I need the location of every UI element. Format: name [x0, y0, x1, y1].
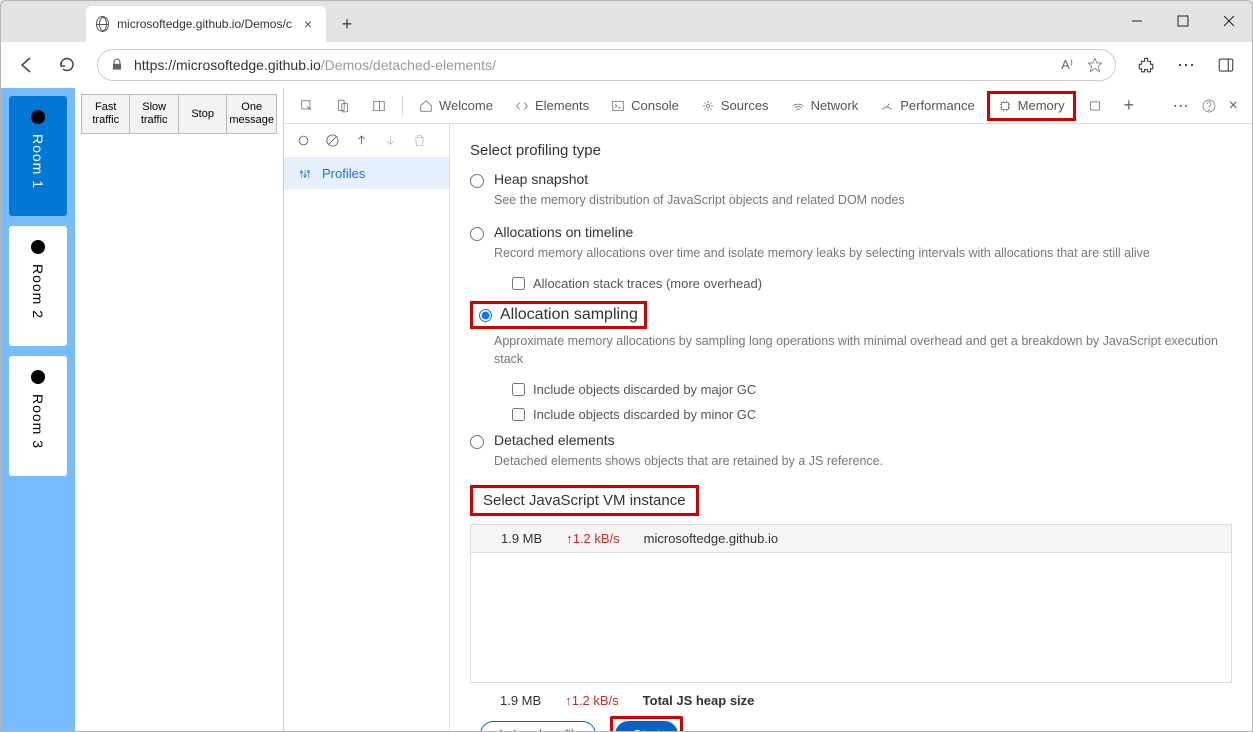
- room-list: Room 1 Room 2 Room 3: [1, 88, 75, 731]
- globe-icon: [96, 16, 109, 32]
- memory-toolbar: [284, 124, 449, 158]
- vm-instance-row[interactable]: 1.9 MB ↑1.2 kB/s microsoftedge.github.io: [470, 524, 1232, 553]
- extensions-icon[interactable]: [1128, 47, 1164, 83]
- import-icon[interactable]: [383, 133, 398, 148]
- close-icon[interactable]: ×: [300, 16, 316, 32]
- tab-network[interactable]: Network: [781, 88, 869, 124]
- status-dot-icon: [31, 370, 45, 384]
- heap-footer: 1.9 MB ↑1.2 kB/s Total JS heap size: [470, 683, 1232, 716]
- vm-host: microsoftedge.github.io: [644, 531, 778, 546]
- read-aloud-icon[interactable]: A⁾: [1061, 57, 1073, 73]
- vm-size: 1.9 MB: [501, 531, 542, 546]
- vm-rate: ↑1.2 kB/s: [566, 531, 619, 546]
- status-dot-icon: [31, 110, 45, 124]
- one-message-button[interactable]: One message: [227, 95, 276, 133]
- browser-toolbar: https://microsoftedge.github.io/Demos/de…: [0, 42, 1253, 88]
- slow-traffic-button[interactable]: Slow traffic: [130, 95, 178, 133]
- delete-icon[interactable]: [412, 133, 427, 148]
- help-icon[interactable]: [1201, 98, 1217, 114]
- sidebar-item-profiles[interactable]: Profiles: [284, 158, 449, 189]
- tab-elements[interactable]: Elements: [505, 88, 599, 124]
- new-tab-button[interactable]: +: [332, 9, 362, 39]
- detached-radio[interactable]: [470, 435, 484, 449]
- back-button[interactable]: [9, 47, 45, 83]
- total-label: Total JS heap size: [643, 693, 755, 708]
- start-button[interactable]: Start: [615, 721, 678, 732]
- app-pane: Room 1 Room 2 Room 3 Fast traffic Slow t…: [1, 88, 283, 731]
- load-profile-button[interactable]: Load profile: [480, 721, 596, 732]
- tab-console[interactable]: Console: [601, 88, 689, 124]
- sub-major-gc[interactable]: Include objects discarded by major GC: [512, 382, 1232, 397]
- heap-snapshot-radio[interactable]: [470, 174, 484, 188]
- tab-title: microsoftedge.github.io/Demos/c: [117, 17, 292, 31]
- stop-button[interactable]: Stop: [179, 95, 227, 133]
- room-1[interactable]: Room 1: [9, 96, 67, 216]
- more-icon[interactable]: ⋯: [1173, 96, 1189, 116]
- browser-titlebar: microsoftedge.github.io/Demos/c × +: [0, 0, 1253, 42]
- clear-icon[interactable]: [325, 133, 340, 148]
- window-controls: [1114, 0, 1252, 42]
- tab-welcome[interactable]: Welcome: [409, 88, 503, 124]
- option-allocation-sampling[interactable]: Allocation sampling: [470, 301, 647, 329]
- window-close-button[interactable]: [1206, 0, 1252, 42]
- add-tab-button[interactable]: +: [1114, 88, 1145, 124]
- total-rate: ↑1.2 kB/s: [565, 693, 618, 708]
- lock-icon: [110, 58, 124, 72]
- option-detached-elements[interactable]: Detached elements: [470, 432, 1232, 449]
- option-allocations-timeline[interactable]: Allocations on timeline: [470, 224, 1232, 241]
- minimize-button[interactable]: [1114, 0, 1160, 42]
- select-profiling-type-title: Select profiling type: [470, 142, 1232, 159]
- settings-icon: [298, 167, 312, 181]
- inspect-icon[interactable]: [290, 88, 324, 124]
- export-icon[interactable]: [354, 133, 369, 148]
- device-icon[interactable]: [326, 88, 360, 124]
- start-highlight: Start: [610, 716, 683, 732]
- dock-icon[interactable]: [362, 88, 396, 124]
- app-controls: Fast traffic Slow traffic Stop One messa…: [75, 88, 283, 731]
- total-size: 1.9 MB: [500, 693, 541, 708]
- devtools-close-icon[interactable]: ×: [1229, 97, 1238, 115]
- option-heap-snapshot[interactable]: Heap snapshot: [470, 171, 1232, 188]
- memory-sidebar: Profiles: [284, 124, 450, 731]
- url-text: https://microsoftedge.github.io/Demos/de…: [134, 57, 496, 73]
- devtools-tab-strip: Welcome Elements Console Sources Network…: [284, 88, 1252, 124]
- timeline-radio[interactable]: [470, 227, 484, 241]
- sub-minor-gc[interactable]: Include objects discarded by minor GC: [512, 407, 1232, 422]
- status-dot-icon: [31, 240, 45, 254]
- vm-list: [470, 553, 1232, 683]
- fast-traffic-button[interactable]: Fast traffic: [82, 95, 130, 133]
- refresh-button[interactable]: [49, 47, 85, 83]
- sub-stack-traces[interactable]: Allocation stack traces (more overhead): [512, 276, 1232, 291]
- address-bar[interactable]: https://microsoftedge.github.io/Demos/de…: [97, 49, 1116, 81]
- tab-performance[interactable]: Performance: [870, 88, 984, 124]
- drawer-icon[interactable]: [1078, 88, 1112, 124]
- room-2[interactable]: Room 2: [9, 226, 67, 346]
- sidebar-icon[interactable]: [1208, 47, 1244, 83]
- browser-tab[interactable]: microsoftedge.github.io/Demos/c ×: [86, 6, 326, 42]
- favorite-icon[interactable]: [1087, 57, 1103, 73]
- room-3[interactable]: Room 3: [9, 356, 67, 476]
- tab-memory[interactable]: Memory: [987, 91, 1076, 121]
- vm-instance-title: Select JavaScript VM instance: [470, 485, 699, 516]
- memory-main: Select profiling type Heap snapshot See …: [450, 124, 1252, 731]
- maximize-button[interactable]: [1160, 0, 1206, 42]
- devtools-panel: Welcome Elements Console Sources Network…: [283, 88, 1252, 731]
- sampling-radio[interactable]: [479, 309, 492, 322]
- record-icon[interactable]: [296, 133, 311, 148]
- menu-icon[interactable]: ⋯: [1168, 47, 1204, 83]
- tab-sources[interactable]: Sources: [691, 88, 779, 124]
